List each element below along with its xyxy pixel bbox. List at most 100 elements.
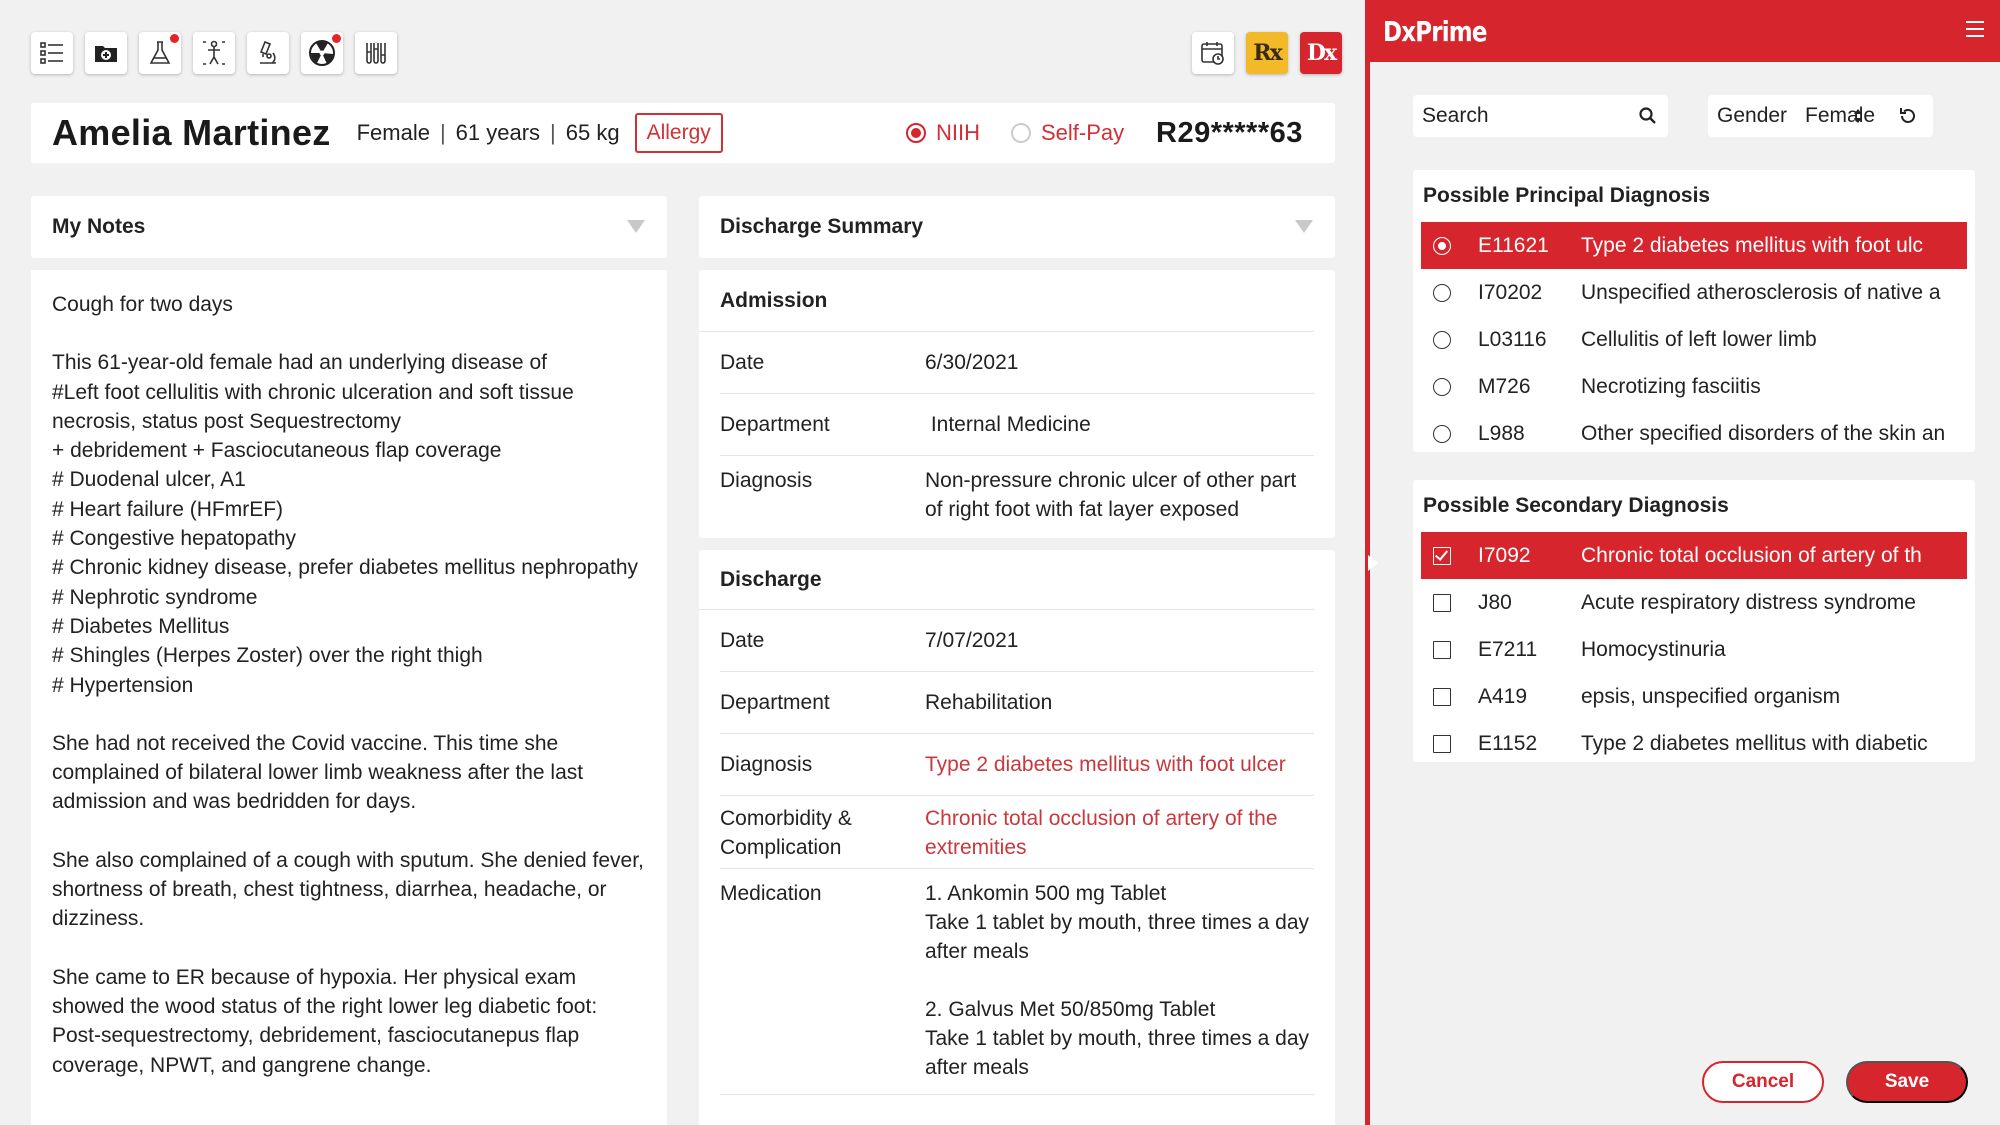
- reset-icon[interactable]: [1897, 105, 1919, 127]
- app-switcher: Rx Dx: [1192, 32, 1342, 74]
- radio-unselected-icon: [1011, 123, 1031, 143]
- separator: |: [439, 120, 446, 145]
- principal-option-row[interactable]: L988 Other specified disorders of the sk…: [1421, 410, 1967, 457]
- dx-desc: epsis, unspecified organism: [1581, 684, 1841, 708]
- note-paragraph: She had not received the Covid vaccine. …: [52, 731, 584, 814]
- discharge-summary-header[interactable]: Discharge Summary: [699, 196, 1335, 258]
- checkbox-unchecked-icon[interactable]: [1433, 593, 1451, 612]
- notification-dot: [170, 34, 179, 43]
- gender-select[interactable]: Female: [1805, 104, 1875, 128]
- comorbidity-row: Comorbidity & Complication Chronic total…: [720, 796, 1314, 869]
- patient-age: 61 years: [455, 120, 541, 145]
- collapse-caret-icon[interactable]: [1295, 220, 1313, 233]
- discharge-date-row: Date 7/07/2021: [720, 610, 1314, 672]
- discharge-department-row: Department Rehabilitation: [720, 672, 1314, 734]
- dx-code: E7211: [1478, 637, 1538, 661]
- my-notes-body: Cough for two days This 61-year-old fema…: [31, 270, 667, 1125]
- admission-section: Admission Date 6/30/2021 Department Inte…: [699, 270, 1335, 538]
- dx-code: A419: [1478, 684, 1528, 708]
- patient-name: Amelia Martinez: [52, 112, 331, 153]
- checkbox-unchecked-icon[interactable]: [1433, 734, 1451, 753]
- secondary-option-row[interactable]: E7211 Homocystinuria: [1421, 626, 1967, 673]
- search-icon[interactable]: [1638, 106, 1658, 126]
- field-label: Department: [720, 691, 830, 714]
- principal-option-row[interactable]: I70202 Unspecified atherosclerosis of na…: [1421, 269, 1967, 316]
- calendar-clock-icon[interactable]: [1192, 32, 1234, 74]
- patient-weight: 65 kg: [565, 120, 620, 145]
- principal-option-row[interactable]: E11621 Type 2 diabetes mellitus with foo…: [1421, 222, 1967, 269]
- secondary-option-row[interactable]: J80 Acute respiratory distress syndrome: [1421, 579, 1967, 626]
- note-paragraph: This 61-year-old female had an underlyin…: [52, 351, 639, 697]
- select-arrows-icon[interactable]: [1853, 107, 1863, 125]
- dx-desc: Other specified disorders of the skin an: [1581, 421, 1946, 445]
- dx-desc: Unspecified atherosclerosis of native a: [1581, 280, 1941, 304]
- principal-option-row[interactable]: M726 Necrotizing fasciitis: [1421, 363, 1967, 410]
- radio-unselected-icon[interactable]: [1433, 330, 1451, 349]
- field-label: Date: [720, 351, 765, 374]
- radio-unselected-icon[interactable]: [1433, 283, 1451, 302]
- secondary-option-row[interactable]: A419 epsis, unspecified organism: [1421, 673, 1967, 720]
- tool-toolbar: [31, 32, 397, 74]
- test-tubes-icon[interactable]: [355, 32, 397, 74]
- secondary-diagnosis-title: Possible Secondary Diagnosis: [1423, 494, 1729, 517]
- admission-department-row: Department Internal Medicine: [720, 394, 1314, 456]
- principal-option-row[interactable]: L03116 Cellulitis of left lower limb: [1421, 316, 1967, 363]
- dx-code: I7092: [1478, 543, 1531, 567]
- admission-diagnosis-row: Diagnosis Non-pressure chronic ulcer of …: [720, 456, 1314, 524]
- dx-button[interactable]: Dx: [1300, 32, 1342, 74]
- dx-code: E11621: [1478, 233, 1549, 257]
- patient-id: R29*****63: [1156, 116, 1303, 149]
- dx-code: L03116: [1478, 327, 1547, 351]
- radio-selected-icon: [906, 123, 926, 143]
- comorbidity-link[interactable]: Chronic total occlusion of artery of the…: [925, 804, 1314, 862]
- gender-filter: Gender Female: [1708, 95, 1933, 137]
- checkbox-unchecked-icon[interactable]: [1433, 687, 1451, 706]
- microscope-icon[interactable]: [247, 32, 289, 74]
- radio-unselected-icon[interactable]: [1433, 377, 1451, 396]
- note-paragraph: She came to ER because of hypoxia. Her p…: [52, 965, 598, 1077]
- insurance-niih-radio[interactable]: NIIH: [906, 120, 980, 146]
- note-paragraph: She also complained of a cough with sput…: [52, 848, 644, 931]
- dx-desc: Cellulitis of left lower limb: [1581, 327, 1817, 351]
- cancel-button[interactable]: Cancel: [1702, 1061, 1824, 1103]
- checkbox-unchecked-icon[interactable]: [1433, 640, 1451, 659]
- search-input[interactable]: Search: [1413, 95, 1668, 137]
- collapse-drawer-handle-icon[interactable]: [1368, 555, 1378, 571]
- my-notes-header[interactable]: My Notes: [31, 196, 667, 258]
- notification-dot: [332, 34, 341, 43]
- allergy-button[interactable]: Allergy: [634, 113, 723, 153]
- hamburger-menu-icon[interactable]: [1966, 21, 1984, 37]
- note-paragraph: Cough for two days: [52, 293, 233, 316]
- field-value: Internal Medicine: [925, 413, 1091, 436]
- field-value: Non-pressure chronic ulcer of other part…: [925, 469, 1297, 521]
- save-button[interactable]: Save: [1846, 1061, 1968, 1103]
- radio-unselected-icon[interactable]: [1433, 424, 1451, 443]
- list-icon[interactable]: [31, 32, 73, 74]
- checkbox-checked-icon[interactable]: [1433, 546, 1451, 565]
- principal-diagnosis-card: Possible Principal Diagnosis E11621 Type…: [1413, 170, 1975, 452]
- dx-code: I70202: [1478, 280, 1543, 304]
- lab-flask-icon[interactable]: [139, 32, 181, 74]
- admission-date-row: Date 6/30/2021: [720, 332, 1314, 394]
- diagnosis-link[interactable]: Type 2 diabetes mellitus with foot ulcer: [925, 750, 1314, 779]
- patient-gender: Female: [356, 120, 430, 145]
- rx-button[interactable]: Rx: [1246, 32, 1288, 74]
- dx-desc: Necrotizing fasciitis: [1581, 374, 1761, 398]
- radio-selected-icon[interactable]: [1433, 236, 1451, 255]
- field-value: 7/07/2021: [925, 629, 1019, 652]
- body-scan-icon[interactable]: [193, 32, 235, 74]
- dx-desc: Homocystinuria: [1581, 637, 1726, 661]
- principal-diagnosis-title: Possible Principal Diagnosis: [1423, 184, 1711, 207]
- field-label: Department: [720, 413, 830, 436]
- medical-folder-icon[interactable]: [85, 32, 127, 74]
- secondary-option-row[interactable]: E1152 Type 2 diabetes mellitus with diab…: [1421, 720, 1967, 767]
- radiation-icon[interactable]: [301, 32, 343, 74]
- collapse-caret-icon[interactable]: [627, 220, 645, 233]
- dx-code: E1152: [1478, 731, 1538, 755]
- secondary-option-row[interactable]: I7092 Chronic total occlusion of artery …: [1421, 532, 1967, 579]
- dxprime-drawer: DxPrime Search Gender Female Possible Pr…: [1365, 0, 2000, 1125]
- discharge-diagnosis-row: Diagnosis Type 2 diabetes mellitus with …: [720, 734, 1314, 796]
- insurance-selfpay-radio[interactable]: Self-Pay: [1011, 120, 1124, 146]
- admission-title: Admission: [699, 270, 1314, 332]
- discharge-section: Discharge Date 7/07/2021 Department Reha…: [699, 550, 1335, 1125]
